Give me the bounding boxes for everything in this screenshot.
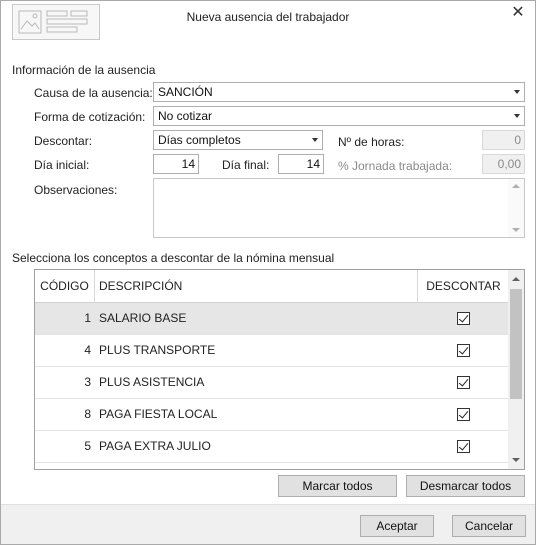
column-header-code[interactable]: CÓDIGO bbox=[35, 270, 95, 302]
observaciones-scrollbar[interactable] bbox=[508, 179, 524, 237]
grid-scrollbar[interactable] bbox=[508, 270, 524, 469]
jornada-field[interactable]: 0,00 bbox=[482, 154, 525, 174]
discount-checkbox[interactable] bbox=[457, 408, 470, 421]
table-row[interactable]: 8 PAGA FIESTA LOCAL bbox=[35, 399, 509, 431]
scroll-up-icon[interactable] bbox=[512, 277, 520, 281]
dropdown-arrow-icon bbox=[312, 138, 318, 142]
unmark-all-button[interactable]: Desmarcar todos bbox=[406, 475, 525, 497]
jornada-label: % Jornada trabajada: bbox=[338, 159, 453, 173]
horas-field[interactable]: 0 bbox=[482, 130, 525, 150]
row-code: 3 bbox=[84, 375, 91, 389]
horas-label: Nº de horas: bbox=[338, 135, 405, 149]
row-description: PAGA FIESTA LOCAL bbox=[99, 407, 218, 421]
causa-select[interactable]: SANCIÓN bbox=[153, 82, 525, 102]
table-row[interactable]: 1 SALARIO BASE bbox=[35, 303, 509, 335]
scrollbar-thumb[interactable] bbox=[510, 289, 522, 399]
discount-checkbox[interactable] bbox=[457, 312, 470, 325]
discount-checkbox[interactable] bbox=[457, 440, 470, 453]
scroll-down-icon[interactable] bbox=[512, 458, 520, 462]
forma-label: Forma de cotización: bbox=[34, 110, 146, 124]
grid-body: 1 SALARIO BASE 4 PLUS TRANSPORTE 3 PLUS … bbox=[35, 303, 509, 463]
row-code: 8 bbox=[84, 407, 91, 421]
row-code: 1 bbox=[84, 311, 91, 325]
dia-final-label: Día final: bbox=[222, 158, 270, 172]
discount-checkbox[interactable] bbox=[457, 376, 470, 389]
mark-all-button[interactable]: Marcar todos bbox=[278, 475, 397, 497]
section-info-title: Información de la ausencia bbox=[12, 63, 156, 77]
dropdown-arrow-icon bbox=[514, 114, 520, 118]
close-icon[interactable]: ✕ bbox=[510, 5, 526, 21]
dialog-title: Nueva ausencia del trabajador bbox=[186, 10, 350, 24]
row-description: SALARIO BASE bbox=[99, 311, 187, 325]
dialog-footer: Aceptar Cancelar bbox=[1, 504, 535, 544]
section-concepts-title: Selecciona los conceptos a descontar de … bbox=[12, 251, 335, 265]
discount-checkbox[interactable] bbox=[457, 344, 470, 357]
causa-value: SANCIÓN bbox=[158, 85, 213, 99]
cancel-button[interactable]: Cancelar bbox=[452, 515, 526, 537]
column-header-description[interactable]: DESCRIPCIÓN bbox=[95, 270, 418, 302]
row-description: PLUS ASISTENCIA bbox=[99, 375, 205, 389]
grid-header: CÓDIGO DESCRIPCIÓN DESCONTAR bbox=[35, 270, 509, 303]
descontar-value: Días completos bbox=[158, 133, 241, 147]
row-code: 4 bbox=[84, 343, 91, 357]
descontar-label: Descontar: bbox=[34, 134, 93, 148]
dropdown-arrow-icon bbox=[514, 90, 520, 94]
table-row[interactable]: 5 PAGA EXTRA JULIO bbox=[35, 431, 509, 463]
row-code: 5 bbox=[84, 439, 91, 453]
causa-label: Causa de la ausencia: bbox=[34, 86, 153, 100]
title-bar: Nueva ausencia del trabajador ✕ bbox=[1, 1, 535, 40]
accept-button[interactable]: Aceptar bbox=[360, 515, 434, 537]
column-header-discount[interactable]: DESCONTAR bbox=[418, 270, 509, 302]
dialog-window: Nueva ausencia del trabajador ✕ Informac… bbox=[0, 0, 536, 545]
observaciones-textarea[interactable] bbox=[153, 178, 525, 238]
observaciones-label: Observaciones: bbox=[34, 183, 118, 197]
concepts-grid: CÓDIGO DESCRIPCIÓN DESCONTAR 1 SALARIO B… bbox=[34, 269, 525, 470]
row-description: PAGA EXTRA JULIO bbox=[99, 439, 211, 453]
dia-inicial-label: Día inicial: bbox=[34, 158, 90, 172]
forma-select[interactable]: No cotizar bbox=[153, 106, 525, 126]
forma-value: No cotizar bbox=[158, 109, 213, 123]
table-row[interactable]: 4 PLUS TRANSPORTE bbox=[35, 335, 509, 367]
scroll-up-icon[interactable] bbox=[512, 184, 520, 188]
dia-final-field[interactable]: 14 bbox=[278, 154, 324, 174]
row-description: PLUS TRANSPORTE bbox=[99, 343, 216, 357]
table-row[interactable]: 3 PLUS ASISTENCIA bbox=[35, 367, 509, 399]
scroll-down-icon[interactable] bbox=[512, 228, 520, 232]
descontar-select[interactable]: Días completos bbox=[153, 130, 323, 150]
dia-inicial-field[interactable]: 14 bbox=[153, 154, 199, 174]
